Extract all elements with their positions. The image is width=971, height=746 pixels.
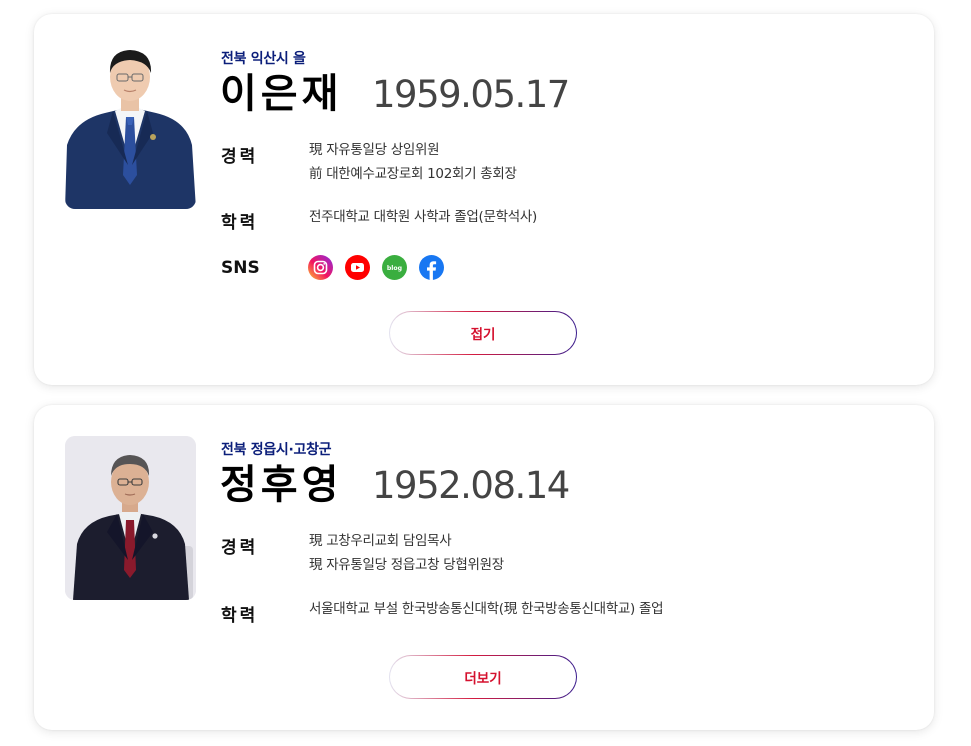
career-item: 現 자유통일당 상임위원 [309, 142, 440, 158]
candidate-card: 전북 익산시 을 이은재 1959.05.17 경력 現 자유통일당 상임위원 … [34, 14, 934, 385]
career-item: 現 고창우리교회 담임목사 [309, 533, 452, 549]
facebook-icon[interactable] [419, 255, 444, 280]
candidate-name: 정후영 [220, 462, 343, 508]
sns-links: blog [308, 255, 444, 280]
collapse-button[interactable]: 접기 [389, 311, 577, 355]
career-list: 現 고창우리교회 담임목사 現 자유통일당 정읍고창 당협위원장 [309, 529, 504, 577]
candidate-birthdate: 1952.08.14 [372, 464, 570, 507]
career-item: 前 대한예수교장로회 102회기 총회장 [309, 166, 517, 182]
more-button[interactable]: 더보기 [389, 655, 577, 699]
sns-label: SNS [221, 258, 260, 278]
career-label: 경력 [221, 147, 259, 167]
youtube-icon[interactable] [345, 255, 370, 280]
candidate-card: 전북 정읍시·고창군 정후영 1952.08.14 경력 現 고창우리교회 담임… [34, 405, 934, 730]
education-value: 전주대학교 대학원 사학과 졸업(문학석사) [309, 209, 537, 225]
candidate-region: 전북 정읍시·고창군 [221, 442, 332, 458]
career-label: 경력 [221, 538, 259, 558]
instagram-icon[interactable] [308, 255, 333, 280]
education-label: 학력 [221, 213, 259, 233]
career-list: 現 자유통일당 상임위원 前 대한예수교장로회 102회기 총회장 [309, 138, 517, 186]
education-value: 서울대학교 부설 한국방송통신대학(現 한국방송통신대학교) 졸업 [309, 601, 664, 617]
candidate-photo [65, 45, 196, 209]
education-label: 학력 [221, 606, 259, 626]
candidate-region: 전북 익산시 을 [221, 51, 306, 67]
candidate-name: 이은재 [220, 71, 343, 117]
candidate-birthdate: 1959.05.17 [372, 73, 570, 116]
blog-icon[interactable]: blog [382, 255, 407, 280]
career-item: 現 자유통일당 정읍고창 당협위원장 [309, 557, 504, 573]
svg-text:blog: blog [387, 265, 402, 272]
candidate-photo [65, 436, 196, 600]
